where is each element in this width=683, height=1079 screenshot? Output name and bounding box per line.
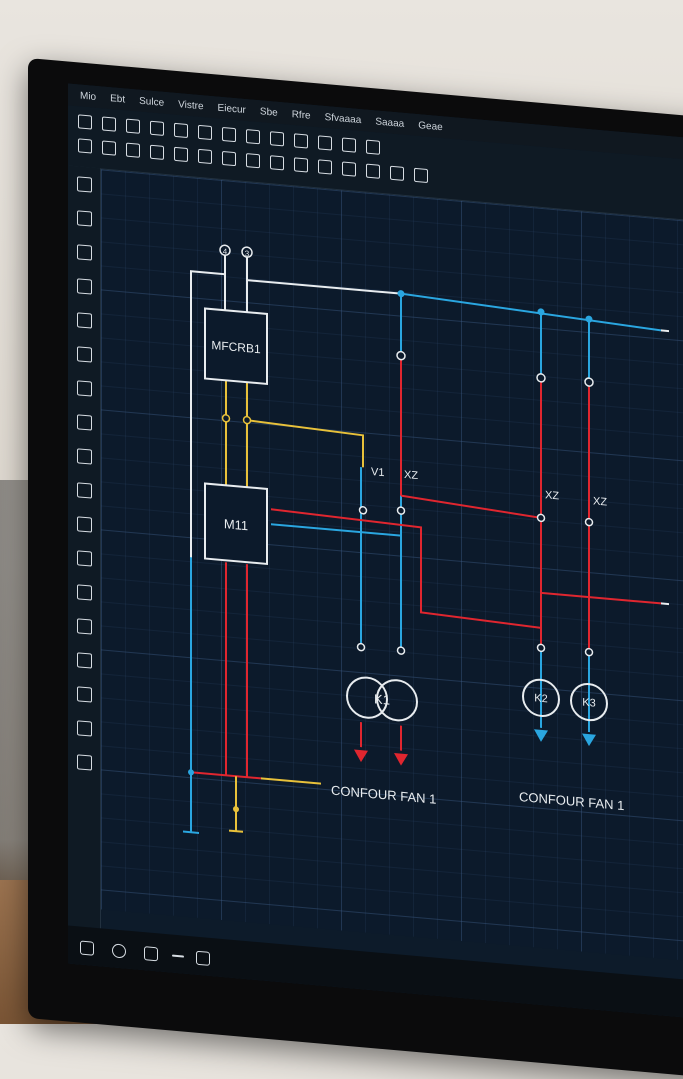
wire-tool-icon[interactable] [77, 210, 92, 227]
paste-icon[interactable] [222, 126, 236, 143]
copy-icon[interactable] [198, 124, 212, 141]
schematic-canvas[interactable]: 4 3 MFCRB1 M11 V1 XZ XZ XZ K1 K2 K3 CONF… [101, 169, 683, 963]
menu-item-software[interactable]: Sfvaaaa [325, 111, 362, 125]
menu-item-electrical[interactable]: Eiecur [218, 102, 246, 115]
window-icon[interactable] [196, 950, 210, 966]
print-icon[interactable] [150, 120, 164, 136]
menu-item-select[interactable]: Sulce [139, 95, 164, 108]
undo-icon[interactable] [246, 129, 260, 145]
explode-tool-icon[interactable] [77, 720, 92, 737]
motor-label: K3 [582, 697, 595, 710]
component-block-top[interactable]: MFCRB1 [204, 307, 268, 385]
settings-icon[interactable] [390, 165, 404, 181]
contact-label: XZ [404, 469, 418, 482]
component-block-mid[interactable]: M11 [204, 482, 268, 565]
motor-label: K2 [534, 692, 547, 705]
circle-icon[interactable] [318, 159, 332, 175]
measure-tool-icon[interactable] [77, 618, 92, 635]
shield-tool-icon[interactable] [77, 754, 92, 771]
menu-item-general[interactable]: Geae [418, 120, 442, 133]
ellipse-tool-icon[interactable] [77, 414, 92, 431]
cut-icon[interactable] [174, 122, 188, 138]
monitor-screen: Mio Ebt Sulce Vistre Eiecur Sbe Rfre Sfv… [68, 83, 683, 1020]
library-tool-icon[interactable] [77, 652, 92, 669]
contact-label: XZ [545, 489, 559, 502]
junction-tool-icon[interactable] [77, 312, 92, 329]
left-tool-panel [68, 165, 101, 929]
contact-label: XZ [593, 495, 607, 508]
schematic-diagram: 4 3 MFCRB1 M11 V1 XZ XZ XZ K1 K2 K3 CONF… [183, 244, 669, 834]
arc-tool-icon[interactable] [77, 448, 92, 465]
ground-icon[interactable] [174, 146, 188, 162]
new-icon[interactable] [78, 114, 92, 130]
layer-icon[interactable] [342, 137, 356, 153]
export-icon[interactable] [414, 167, 428, 183]
label-tool-icon[interactable] [77, 346, 92, 363]
menu-item-site[interactable]: Sbe [260, 106, 278, 119]
terminal-icon[interactable] [246, 153, 260, 169]
search-icon[interactable] [112, 943, 126, 959]
terminal-3[interactable]: 3 [241, 246, 253, 259]
motor-k1[interactable]: K1 [346, 676, 418, 722]
pan-icon[interactable] [318, 135, 332, 151]
relay-icon[interactable] [126, 142, 140, 158]
save-icon[interactable] [126, 118, 140, 134]
motor-icon[interactable] [150, 144, 164, 160]
monitor-bezel: Mio Ebt Sulce Vistre Eiecur Sbe Rfre Sfv… [28, 58, 683, 1079]
dash-icon[interactable] [172, 954, 184, 958]
link-tool-icon[interactable] [77, 584, 92, 601]
select-tool-icon[interactable] [77, 176, 92, 193]
caption-left: CONFOUR FAN 1 [331, 783, 436, 807]
terminal-label: 4 [223, 247, 228, 256]
arrow-markers [354, 729, 596, 766]
rectangle-tool-icon[interactable] [77, 380, 92, 397]
menu-item-refs[interactable]: Rfre [292, 109, 311, 122]
fuse-icon[interactable] [198, 148, 212, 165]
line-tool-icon[interactable] [77, 482, 92, 499]
app-icon[interactable] [144, 946, 158, 962]
measure-icon[interactable] [366, 163, 380, 179]
breaker-icon[interactable] [222, 150, 236, 167]
component-tool-icon[interactable] [77, 278, 92, 295]
symbol-tool-icon[interactable] [77, 550, 92, 567]
menu-item-edit[interactable]: Ebt [110, 93, 125, 105]
bus-tool-icon[interactable] [77, 244, 92, 261]
text-icon[interactable] [270, 155, 284, 171]
switch-icon[interactable] [102, 140, 116, 156]
wire-icon[interactable] [78, 138, 92, 154]
line-icon[interactable] [294, 157, 308, 173]
menu-item-save[interactable]: Saaaa [375, 116, 404, 130]
motor-label: K1 [374, 691, 390, 707]
contact-label: V1 [371, 466, 384, 479]
redo-icon[interactable] [270, 131, 284, 147]
terminal-4[interactable]: 4 [219, 244, 231, 257]
terminal-label: 3 [245, 249, 250, 258]
caption-right: CONFOUR FAN 1 [519, 789, 624, 813]
table-tool-icon[interactable] [77, 516, 92, 533]
open-icon[interactable] [102, 116, 116, 132]
menu-item-file[interactable]: Mio [80, 90, 96, 102]
rect-icon[interactable] [342, 161, 356, 177]
start-icon[interactable] [80, 940, 94, 956]
zoom-icon[interactable] [294, 133, 308, 149]
block-label: M11 [224, 516, 248, 533]
menu-item-view[interactable]: Vistre [178, 99, 203, 112]
image-tool-icon[interactable] [77, 686, 92, 703]
grid-icon[interactable] [366, 139, 380, 155]
